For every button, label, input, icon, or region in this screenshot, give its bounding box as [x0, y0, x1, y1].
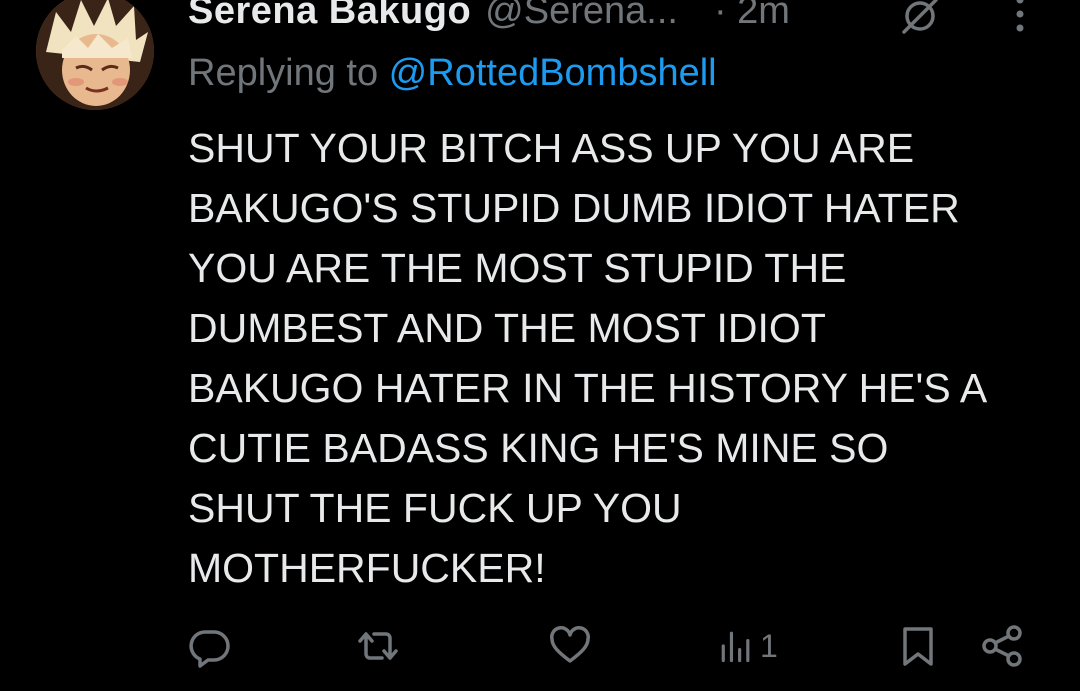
replying-to: Replying to @RottedBombshell [188, 52, 717, 95]
tweet-text-line: DUMBEST AND THE MOST IDIOT [188, 305, 826, 351]
replying-to-label: Replying to [188, 52, 389, 94]
tweet-text-line: SHUT YOUR BITCH ASS UP YOU ARE [188, 125, 915, 171]
reply-button[interactable] [188, 620, 232, 672]
bookmark-button[interactable] [896, 620, 940, 672]
share-icon [982, 625, 1022, 667]
tweet-header: Serena Bakugo @Serena... · 2m [188, 0, 790, 36]
tweet-text-line: BAKUGO HATER IN THE HISTORY HE'S A [188, 365, 988, 411]
replying-to-mention[interactable]: @RottedBombshell [389, 52, 717, 94]
views-icon [721, 631, 750, 663]
reply-icon [189, 630, 230, 668]
grok-icon[interactable] [898, 0, 942, 38]
tweet-text-line: CUTIE BADASS KING HE'S MINE SO [188, 425, 889, 471]
like-icon [550, 626, 590, 663]
tweet-text-line: SHUT THE FUCK UP YOU [188, 485, 682, 531]
timestamp[interactable]: · 2m [714, 0, 790, 33]
action-bar: 1 [0, 620, 1080, 672]
like-button[interactable] [548, 620, 592, 672]
share-button[interactable] [980, 620, 1024, 672]
avatar[interactable] [36, 0, 154, 110]
more-options-icon[interactable] [1010, 0, 1030, 36]
views-count: 1 [760, 627, 778, 664]
tweet[interactable]: Serena Bakugo @Serena... · 2m Replying t… [0, 0, 1080, 691]
tweet-text-line: BAKUGO'S STUPID DUMB IDIOT HATER [188, 185, 960, 231]
tweet-text: SHUT YOUR BITCH ASS UP YOU ARE BAKUGO'S … [188, 118, 1048, 598]
retweet-icon [358, 632, 398, 660]
tweet-text-line: YOU ARE THE MOST STUPID THE [188, 245, 847, 291]
views-button[interactable]: 1 [716, 620, 778, 672]
avatar-image [36, 0, 154, 110]
user-handle[interactable]: @Serena... [485, 0, 678, 33]
retweet-button[interactable] [356, 620, 400, 672]
display-name[interactable]: Serena Bakugo [188, 0, 471, 33]
bookmark-icon [903, 627, 933, 666]
tweet-text-line: MOTHERFUCKER! [188, 545, 546, 591]
